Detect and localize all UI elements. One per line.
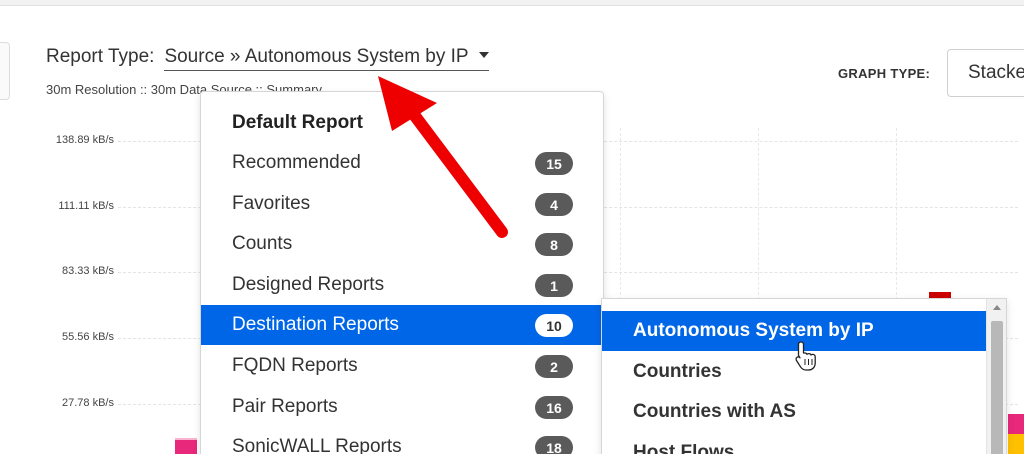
count-badge: 1 (535, 274, 573, 297)
submenu-item-label: Countries (633, 361, 722, 382)
menu-item-label: Pair Reports (232, 396, 338, 417)
menu-item-recommended[interactable]: Recommended 15 (201, 143, 603, 183)
hand-pointer-icon (795, 341, 816, 371)
menu-item-fqdn-reports[interactable]: FQDN Reports 2 (201, 346, 603, 386)
top-bar (0, 0, 1024, 6)
menu-item-label: Default Report (232, 112, 363, 133)
submenu-item-countries-with-as[interactable]: Countries with AS (602, 392, 986, 432)
menu-item-label: Destination Reports (232, 314, 399, 335)
menu-item-counts[interactable]: Counts 8 (201, 224, 603, 264)
submenu-item-host-flows[interactable]: Host Flows (602, 433, 986, 454)
report-type-control: Report Type: Source » Autonomous System … (46, 46, 489, 71)
report-type-value: Source » Autonomous System by IP (164, 46, 469, 67)
menu-item-default-report[interactable]: Default Report (201, 103, 603, 143)
caret-down-icon (478, 52, 489, 58)
menu-item-label: FQDN Reports (232, 355, 358, 376)
menu-item-destination-reports[interactable]: Destination Reports 10 (201, 305, 603, 345)
submenu-scrollbar[interactable] (986, 299, 1006, 454)
menu-item-sonicwall-reports[interactable]: SonicWALL Reports 18 (201, 427, 603, 454)
report-type-dropdown: Default Report Recommended 15 Favorites … (200, 91, 604, 454)
submenu-item-label: Countries with AS (633, 401, 796, 422)
graph-type-select[interactable]: Stacked (947, 49, 1024, 97)
y-tick-label: 55.56 kB/s (62, 331, 114, 343)
y-tick-label: 83.33 kB/s (62, 265, 114, 277)
submenu-item-label: Host Flows (633, 442, 735, 454)
count-badge: 15 (535, 152, 573, 175)
count-badge: 4 (535, 193, 573, 216)
destination-reports-submenu: Autonomous System by IP Countries Countr… (601, 298, 1007, 454)
menu-item-label: Recommended (232, 152, 361, 173)
y-tick-label: 138.89 kB/s (55, 134, 114, 146)
menu-item-designed-reports[interactable]: Designed Reports 1 (201, 265, 603, 305)
count-badge: 8 (535, 233, 573, 256)
y-tick-label: 111.11 kB/s (58, 200, 114, 212)
chart-bar-pink (175, 438, 197, 454)
graph-type-label: GRAPH TYPE: (838, 66, 931, 81)
menu-item-label: SonicWALL Reports (232, 436, 402, 454)
menu-item-pair-reports[interactable]: Pair Reports 16 (201, 387, 603, 427)
scrollbar-thumb[interactable] (991, 321, 1003, 454)
menu-item-favorites[interactable]: Favorites 4 (201, 184, 603, 224)
scroll-up-icon[interactable] (993, 305, 1001, 310)
menu-item-label: Counts (232, 233, 293, 254)
count-badge: 18 (535, 436, 573, 454)
y-tick-label: 27.78 kB/s (62, 397, 114, 409)
count-badge: 2 (535, 355, 573, 378)
report-type-label: Report Type: (46, 46, 155, 67)
count-badge: 16 (535, 396, 573, 419)
menu-item-label: Favorites (232, 193, 311, 214)
chart-bar-yellow-right (1008, 434, 1024, 454)
menu-item-label: Designed Reports (232, 274, 385, 295)
chart-bar-pink-right (1008, 414, 1024, 434)
left-panel-edge (0, 42, 10, 100)
submenu-item-label: Autonomous System by IP (633, 320, 874, 341)
count-badge: 10 (535, 314, 573, 337)
report-type-select[interactable]: Source » Autonomous System by IP (164, 46, 489, 71)
